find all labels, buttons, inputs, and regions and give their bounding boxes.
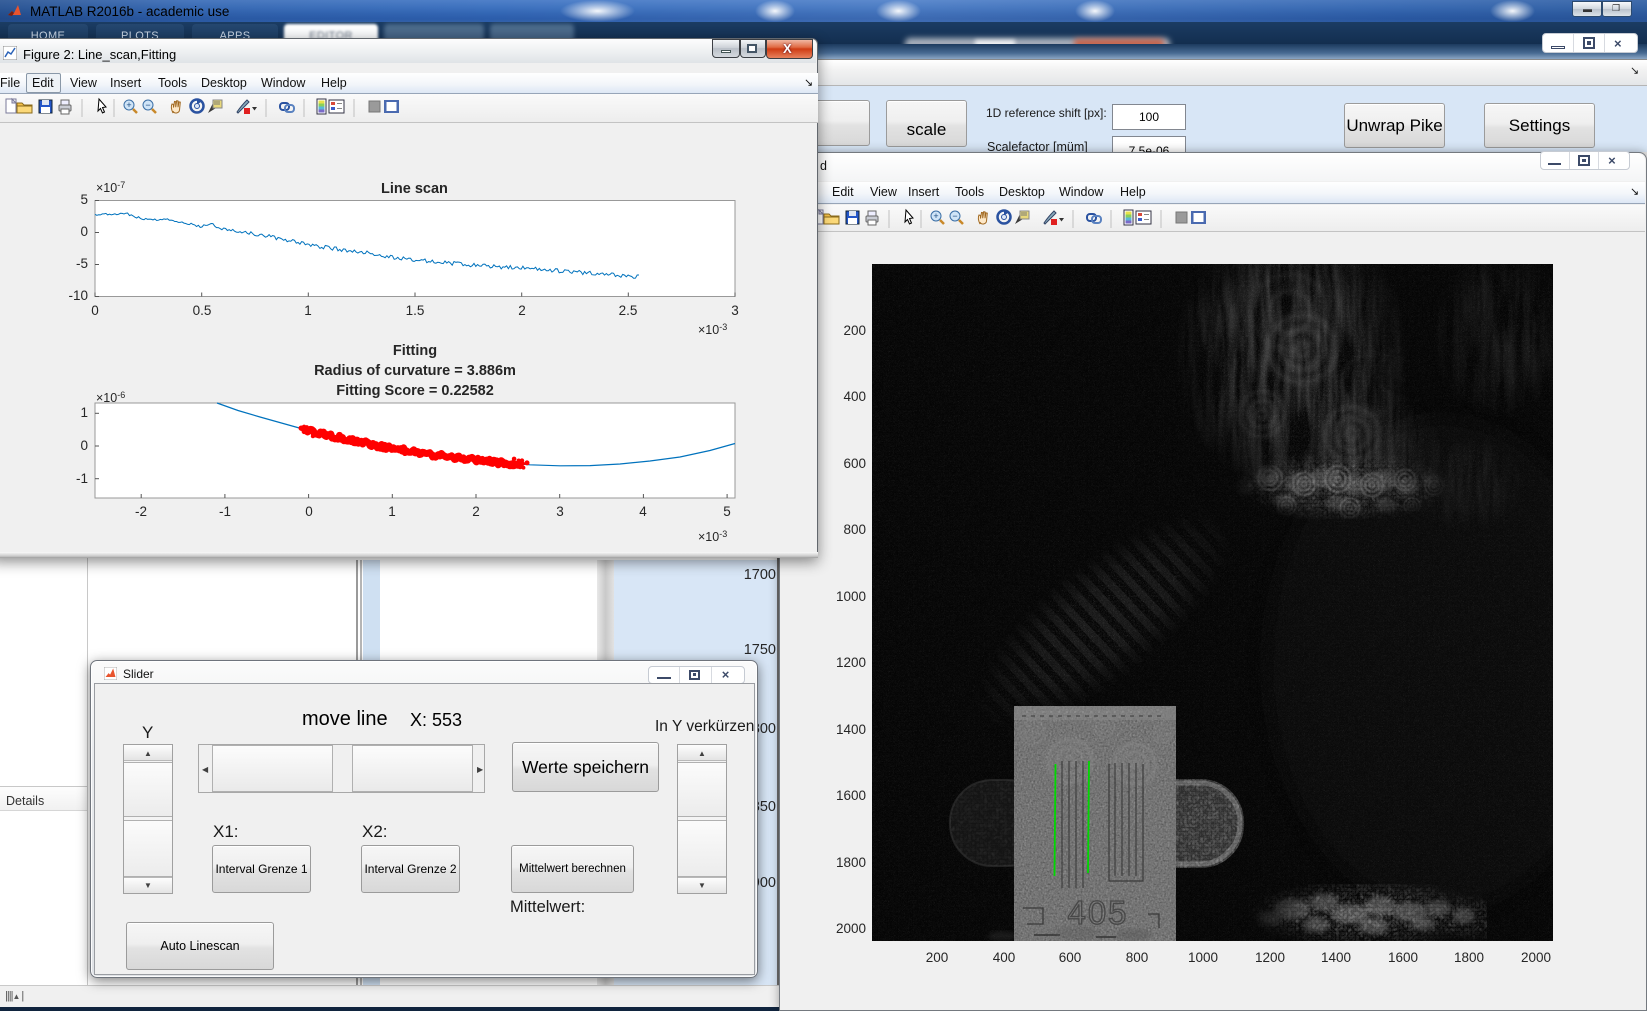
svg-text:405: 405: [1067, 894, 1128, 931]
svg-text:−: −: [952, 211, 957, 221]
svg-text:+: +: [933, 211, 938, 221]
